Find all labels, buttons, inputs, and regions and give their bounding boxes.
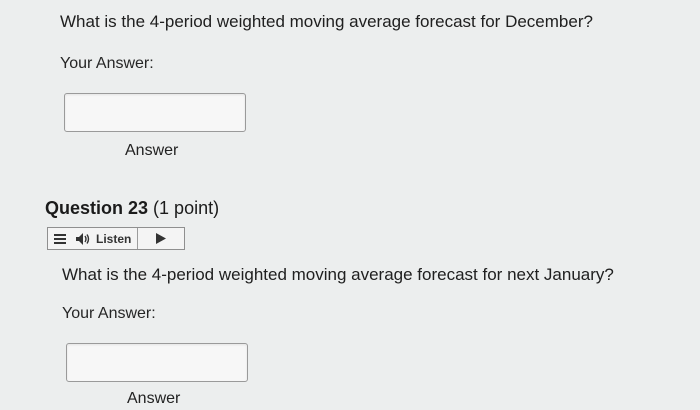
question-23-your-answer-label: Your Answer:	[62, 305, 156, 322]
question-23-answer-button[interactable]: Answer	[127, 390, 180, 408]
speaker-icon	[76, 232, 90, 245]
question-22-answer-button[interactable]: Answer	[125, 142, 178, 160]
listen-button[interactable]: Listen	[72, 228, 137, 249]
listen-label: Listen	[96, 231, 132, 246]
play-icon	[156, 233, 167, 244]
question-23-heading: Question 23 (1 point)	[45, 198, 219, 219]
question-23-prompt: What is the 4-period weighted moving ave…	[62, 265, 614, 284]
question-23-points: (1 point)	[153, 198, 220, 218]
question-22-your-answer-label: Your Answer:	[60, 55, 154, 72]
question-23-answer-input[interactable]	[66, 343, 248, 382]
question-22-prompt: What is the 4-period weighted moving ave…	[60, 12, 593, 31]
listen-toolbar: Listen	[47, 227, 185, 250]
hamburger-menu-icon	[54, 233, 66, 244]
play-button[interactable]	[138, 228, 184, 249]
toolbar-menu-button[interactable]	[48, 228, 72, 249]
question-23-title: Question 23	[45, 198, 149, 218]
question-22-answer-input[interactable]	[64, 93, 246, 132]
